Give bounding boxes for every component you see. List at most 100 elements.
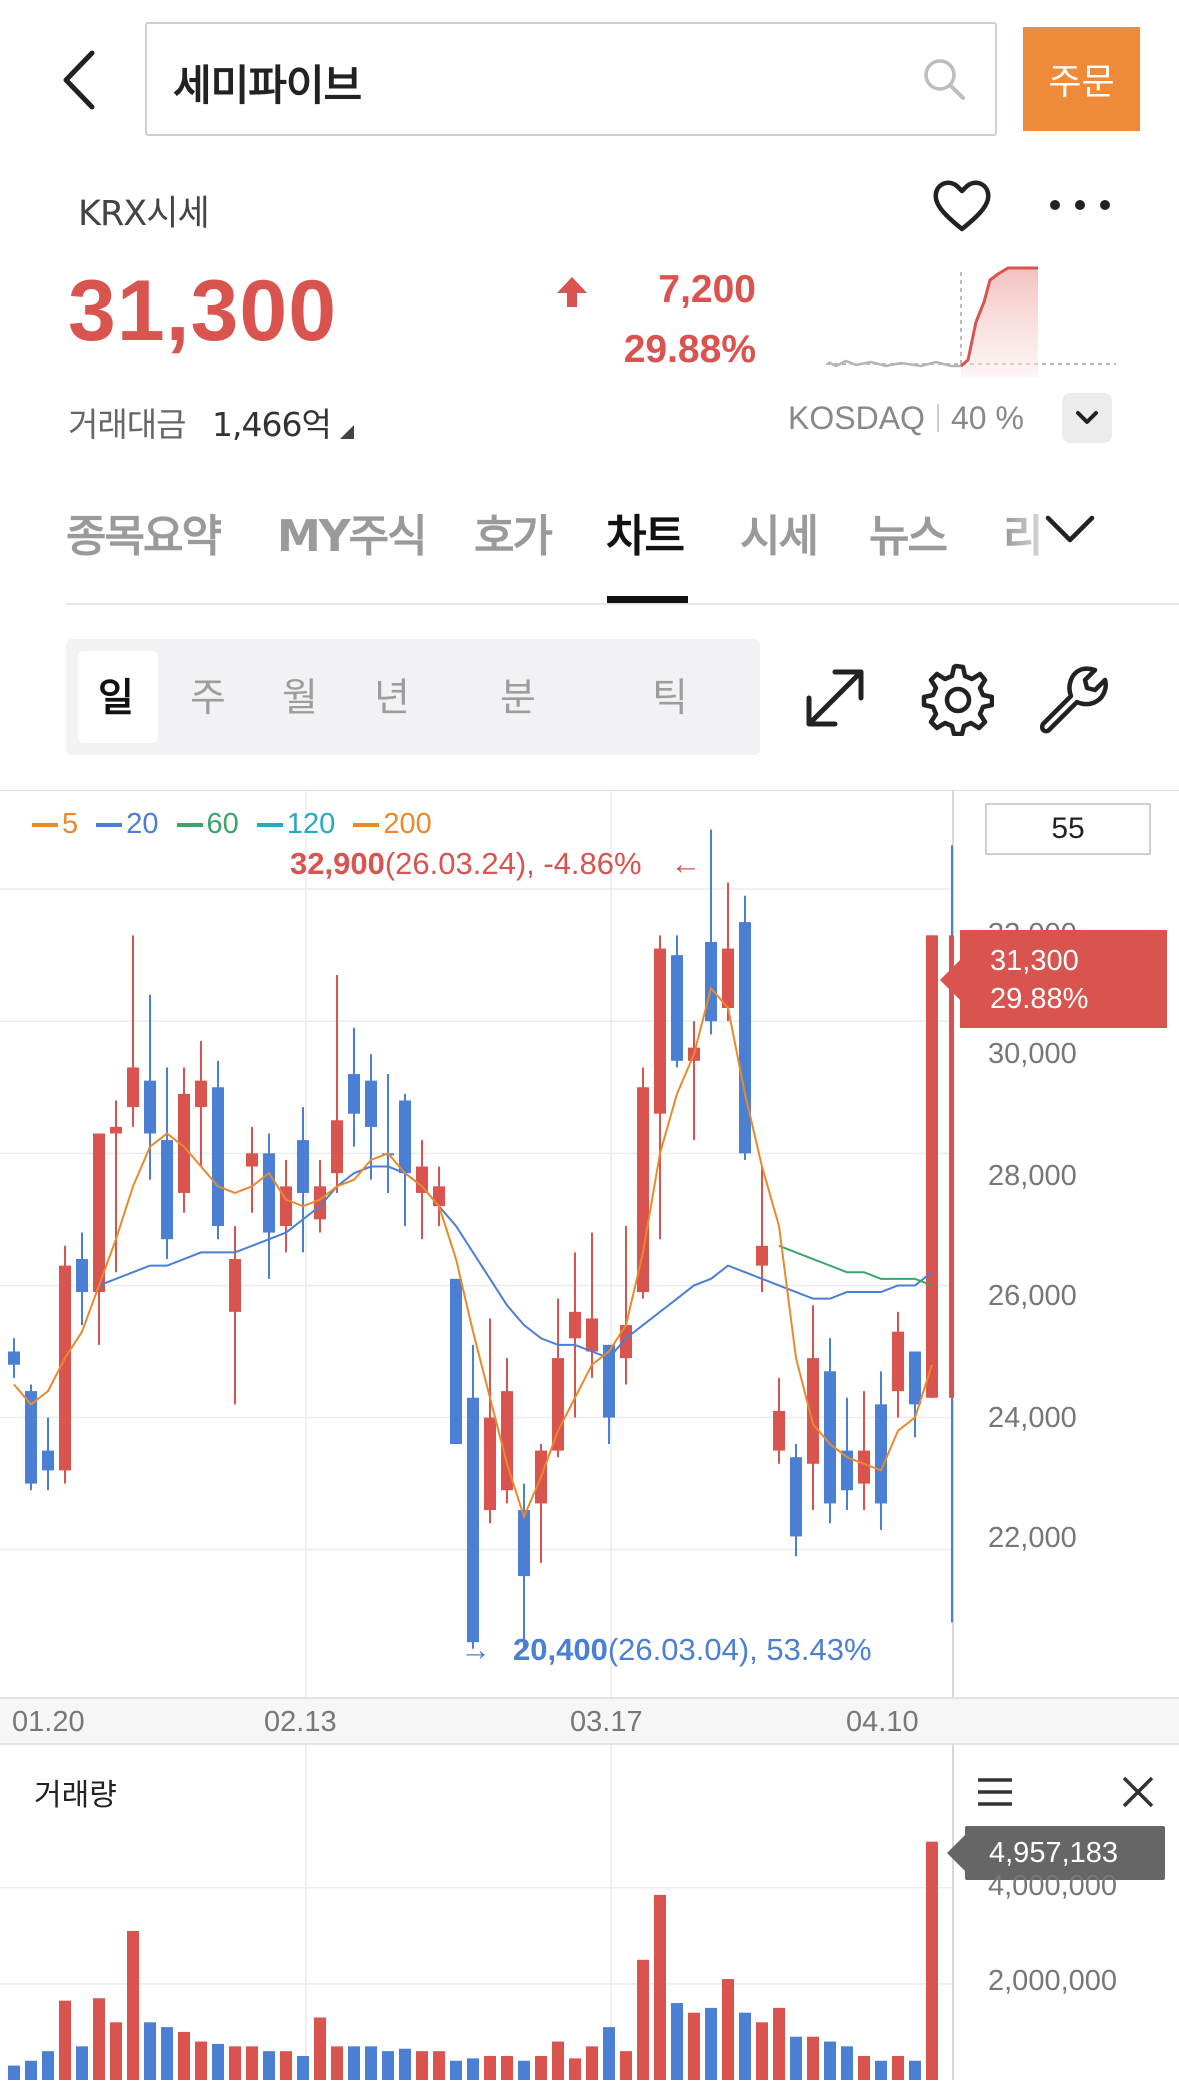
volume-bar (926, 1841, 938, 2080)
volume-bar (739, 2012, 751, 2080)
tab-orderbook[interactable]: 호가 (474, 500, 553, 564)
period-year[interactable]: 년 (374, 667, 410, 723)
search-input[interactable]: 세미파이브 (145, 22, 997, 136)
gear-icon[interactable] (918, 660, 994, 736)
candle-body (858, 1450, 870, 1484)
volume-bar (331, 2046, 343, 2080)
volume-bar (654, 1894, 666, 2080)
volume-bar (807, 2036, 819, 2080)
period-minute[interactable]: 분 (500, 667, 536, 723)
turnover-value: 1,466억 (212, 405, 332, 444)
volume-bar (416, 2051, 428, 2080)
tab-my-stock[interactable]: MY주식 (277, 500, 428, 564)
chart-area[interactable]: 5 20 60 120 200 32,900(26.03.24), -4.86%… (0, 790, 1179, 2100)
volume-bar (42, 2051, 54, 2080)
turnover-label: 거래대금 (68, 405, 186, 444)
close-icon[interactable] (1120, 1774, 1156, 1810)
menu-icon[interactable] (975, 1772, 1015, 1812)
low-price-value: 20,400 (513, 1632, 608, 1667)
more-icon[interactable] (1045, 190, 1115, 220)
legend-swatch (96, 823, 123, 828)
intraday-sparkline (826, 266, 1116, 377)
volume-bar (450, 2060, 462, 2080)
volume-bar (484, 2055, 496, 2080)
tab-chart[interactable]: 차트 (606, 500, 685, 564)
candle-body (875, 1404, 887, 1504)
legend-ma60: 60 (206, 808, 239, 840)
x-axis-tick: 01.20 (12, 1706, 85, 1738)
candle-body (297, 1140, 309, 1193)
volume-bar (535, 2055, 547, 2080)
candle-body (909, 1351, 921, 1405)
candle-body (331, 1120, 343, 1174)
volume-bar (620, 2051, 632, 2080)
order-button[interactable]: 주문 (1023, 27, 1140, 131)
volume-axis-tick: 2,000,000 (988, 1965, 1118, 1997)
wrench-icon[interactable] (1035, 660, 1111, 736)
volume-bar (773, 2007, 785, 2080)
candle-count-input[interactable]: 55 (985, 803, 1151, 855)
x-axis-tick: 04.10 (846, 1706, 919, 1738)
candle-body (76, 1259, 88, 1293)
volume-bar (552, 2041, 564, 2080)
search-icon[interactable] (919, 54, 969, 104)
volume-bar (195, 2041, 207, 2080)
candle-body (144, 1080, 156, 1134)
volume-axis-tick: 4,000,000 (988, 1870, 1118, 1902)
period-month[interactable]: 월 (282, 667, 318, 723)
price-tag-value: 31,300 (990, 945, 1079, 977)
candle-body (569, 1311, 581, 1339)
volume-bar (246, 2046, 258, 2080)
candle-body (161, 1140, 173, 1240)
back-arrow-icon[interactable] (52, 45, 112, 115)
current-price: 31,300 (68, 263, 338, 359)
right-arrow-icon: → (460, 1632, 491, 1667)
tab-quotes[interactable]: 시세 (740, 500, 819, 564)
volume-bar (569, 2058, 581, 2080)
up-arrow-icon (557, 277, 587, 307)
volume-title: 거래량 (34, 1778, 117, 1813)
candle-body (8, 1351, 20, 1365)
volume-bar (858, 2055, 870, 2080)
volume-bar (280, 2051, 292, 2080)
volume-bar (93, 1998, 105, 2080)
period-day[interactable]: 일 (98, 667, 134, 723)
market-index-percent: 40 % (951, 400, 1024, 436)
candle-body (42, 1450, 54, 1471)
volume-bar (433, 2051, 445, 2080)
tab-summary[interactable]: 종목요약 (66, 500, 222, 564)
tab-more-button[interactable] (1040, 504, 1110, 564)
candle-body (110, 1126, 122, 1134)
volume-bar (144, 2022, 156, 2080)
candle-body (739, 922, 751, 1154)
y-axis-tick: 26,000 (988, 1280, 1077, 1312)
expand-button[interactable] (1062, 393, 1112, 443)
candle-body (892, 1331, 904, 1392)
candle-body (93, 1133, 105, 1293)
heart-icon[interactable] (930, 175, 994, 235)
high-price-value: 32,900 (290, 846, 385, 881)
current-price-tag: 31,300 29.88% (940, 930, 1167, 1028)
candle-body (399, 1100, 411, 1174)
divider (937, 404, 939, 432)
candle-body (586, 1318, 598, 1352)
candle-body (722, 948, 734, 1008)
volume-bar (161, 2027, 173, 2080)
chevron-down-icon (1045, 515, 1095, 543)
period-week[interactable]: 주 (190, 667, 226, 723)
high-price-detail: (26.03.24), -4.86% (384, 846, 642, 881)
fullscreen-icon[interactable] (797, 660, 873, 736)
volume-bar (25, 2060, 37, 2080)
volume-bar (382, 2051, 394, 2080)
tab-news[interactable]: 뉴스 (869, 500, 948, 564)
price-tag-percent: 29.88% (990, 983, 1089, 1015)
volume-bar (59, 2000, 71, 2080)
volume-bar (348, 2046, 360, 2080)
period-tick[interactable]: 틱 (652, 667, 688, 723)
volume-bar (824, 2041, 836, 2080)
ma60-line (778, 1244, 933, 1287)
chevron-down-icon (1076, 411, 1098, 424)
candle-body (949, 935, 954, 1398)
candle-body (654, 948, 666, 1114)
volume-bar (76, 2046, 88, 2080)
